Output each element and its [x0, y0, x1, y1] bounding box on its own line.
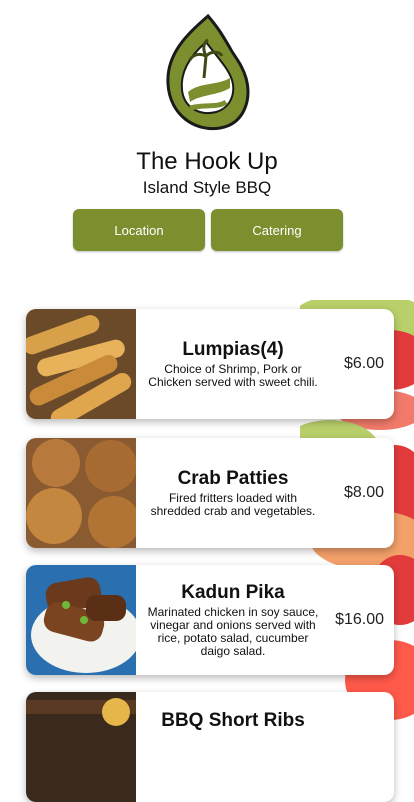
- menu-item-description: Fired fritters loaded with shredded crab…: [150, 491, 316, 518]
- page-title: The Hook Up: [136, 148, 278, 175]
- menu-item-card[interactable]: Lumpias(4) Choice of Shrimp, Pork or Chi…: [26, 309, 394, 419]
- menu-item-price: $6.00: [343, 355, 384, 372]
- fish-hook-logo-icon: [166, 13, 250, 131]
- menu-item-price: $8.00: [343, 484, 384, 501]
- menu-item-name: Lumpias(4): [182, 339, 284, 360]
- catering-button[interactable]: Catering: [211, 209, 343, 251]
- crab-patties-photo-icon: [26, 438, 136, 548]
- menu-item-name: Kadun Pika: [181, 582, 285, 603]
- kadun-pika-photo-icon: [26, 565, 136, 675]
- page-subtitle: Island Style BBQ: [142, 178, 272, 197]
- menu-item-card[interactable]: Crab Patties Fired fritters loaded with …: [26, 438, 394, 548]
- menu-item-name: BBQ Short Ribs: [161, 710, 305, 731]
- location-button[interactable]: Location: [73, 209, 205, 251]
- menu-item-price: $16.00: [335, 611, 384, 628]
- header-section: The Hook Up Island Style BBQ Location Ca…: [0, 0, 414, 300]
- menu-item-description: Marinated chicken in soy sauce, vinegar …: [147, 605, 319, 658]
- menu-item-description: Choice of Shrimp, Pork or Chicken served…: [148, 362, 318, 389]
- menu-item-card[interactable]: Kadun Pika Marinated chicken in soy sauc…: [26, 565, 394, 675]
- menu-item-card[interactable]: BBQ Short Ribs: [26, 692, 394, 802]
- lumpias-photo-icon: [26, 309, 136, 419]
- menu-item-name: Crab Patties: [177, 468, 289, 489]
- bbq-short-ribs-photo-icon: [26, 692, 136, 802]
